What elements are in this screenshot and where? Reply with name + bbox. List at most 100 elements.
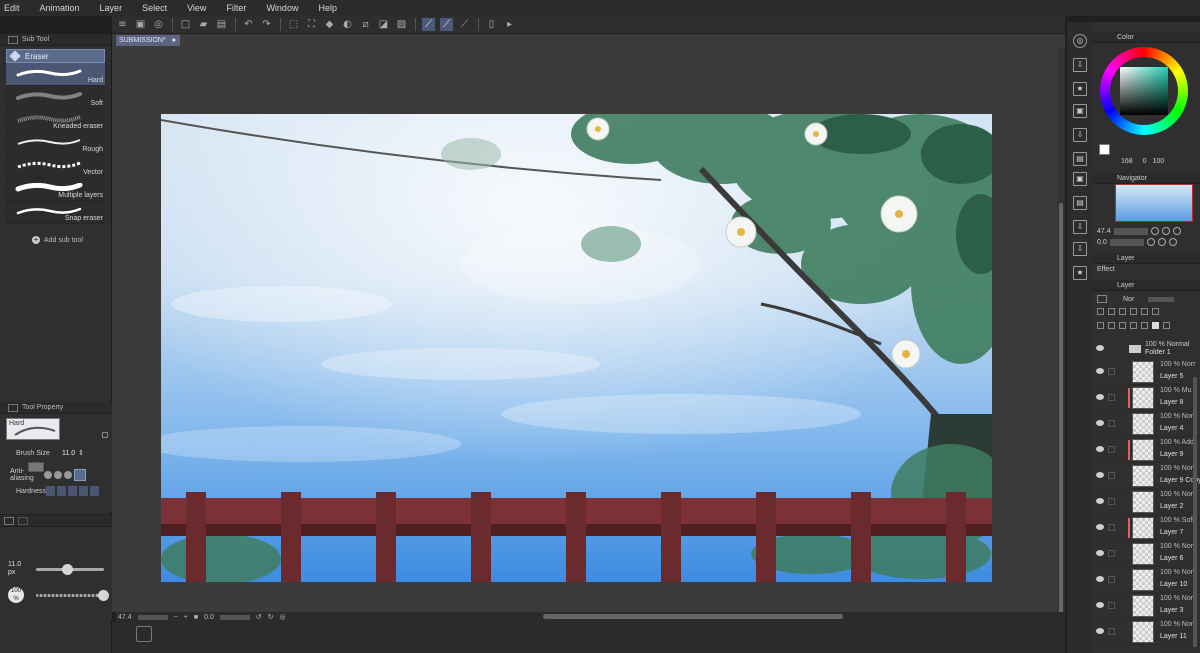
navigator-rotate-right-icon[interactable] [1157, 238, 1166, 246]
material-download-3-icon[interactable]: ⇩ [1073, 220, 1087, 234]
layer-select-checkbox[interactable] [1108, 446, 1115, 453]
visibility-eye-icon[interactable] [1096, 498, 1104, 504]
saturation-value-square[interactable] [1120, 67, 1168, 115]
visibility-eye-icon[interactable] [1096, 550, 1104, 556]
snap-ruler-icon[interactable]: ⟋ [422, 18, 435, 31]
layer-lock-icon[interactable] [1130, 308, 1137, 315]
layer-row[interactable]: 100 % Norr Layer 2 [1093, 489, 1200, 515]
navigator-fit-icon[interactable] [1172, 227, 1181, 235]
material-image-icon[interactable]: ▣ [1073, 104, 1087, 118]
material-folder-2-icon[interactable]: ▤ [1073, 196, 1087, 210]
layer-row[interactable]: 100 % Norr Layer 10 [1093, 567, 1200, 593]
hardness-level-2[interactable] [57, 486, 66, 496]
subtool-vector[interactable]: Vector [6, 155, 105, 178]
layer-name[interactable]: Layer 9 [1160, 451, 1183, 458]
hardness-level-4[interactable] [79, 486, 88, 496]
menu-window[interactable]: Window [266, 3, 298, 13]
zoom-value[interactable]: 47.4 [118, 614, 132, 621]
clear-icon[interactable]: ⬚ [287, 18, 300, 31]
zoom-slider[interactable] [137, 614, 168, 620]
brush-size-value[interactable]: 11.0 [62, 450, 75, 457]
zoom-out-icon[interactable]: − [174, 614, 178, 621]
zoom-in-icon[interactable]: + [184, 614, 188, 621]
material-image-2-icon[interactable]: ▣ [1073, 172, 1087, 186]
layer-tab-label[interactable]: Layer [1117, 282, 1135, 289]
opacity-slider[interactable] [1148, 296, 1175, 302]
companion-mode-icon[interactable]: ▯ [485, 18, 498, 31]
menu-edit[interactable]: Edit [4, 3, 20, 13]
aa-medium-icon[interactable] [64, 471, 72, 479]
timeline-icon[interactable] [136, 626, 152, 642]
material-folder-icon[interactable]: ▤ [1073, 152, 1087, 166]
delete-layer-icon[interactable] [1163, 322, 1170, 329]
lock-icon[interactable] [102, 432, 108, 438]
navigator-rotate-slider[interactable] [1109, 238, 1144, 246]
eraser-group-header[interactable]: Eraser [6, 49, 105, 63]
selection-icon[interactable]: ▨ [395, 18, 408, 31]
layer-row[interactable]: 100 % Soft Layer 7 [1093, 515, 1200, 541]
hardness-level-1[interactable] [46, 486, 55, 496]
visibility-eye-icon[interactable] [1096, 472, 1104, 478]
visibility-eye-icon[interactable] [1096, 602, 1104, 608]
layer-tool-6-icon[interactable] [1152, 308, 1159, 315]
document-tab[interactable]: SUBMISSION* ● [116, 35, 180, 46]
settings-icon[interactable]: ◎ [152, 18, 165, 31]
material-download-icon[interactable]: ⇩ [1073, 58, 1087, 72]
layer-select-checkbox[interactable] [1108, 472, 1115, 479]
expand-icon[interactable]: ▸ [503, 18, 516, 31]
snap-grid-icon[interactable]: ⟋ [458, 18, 471, 31]
layer-row[interactable]: 100 % Norr Layer 4 [1093, 411, 1200, 437]
color-tab-label[interactable]: Color [1117, 34, 1134, 41]
menu-layer[interactable]: Layer [100, 3, 123, 13]
brush-size-tab-icon[interactable] [4, 516, 14, 525]
layer-select-checkbox[interactable] [1108, 576, 1115, 583]
visibility-eye-icon[interactable] [1096, 345, 1104, 351]
layer-list-scrollbar[interactable] [1193, 377, 1197, 647]
layer-row[interactable]: 100 % Norr Layer 11 [1093, 619, 1200, 645]
layer-tool-5-icon[interactable] [1141, 308, 1148, 315]
menu-view[interactable]: View [187, 3, 206, 13]
navigator-rotate-left-icon[interactable] [1146, 238, 1155, 246]
navigator-preview[interactable] [1115, 184, 1193, 222]
hue-value[interactable]: 168 [1121, 158, 1133, 165]
navigator-zoom-slider[interactable] [1113, 227, 1148, 235]
tool-property-tab-label[interactable]: Tool Property [22, 404, 63, 411]
new-file-icon[interactable]: □ [179, 18, 192, 31]
subtool-kneaded-eraser[interactable]: Kneaded eraser [6, 109, 105, 132]
aa-weak-icon[interactable] [54, 471, 62, 479]
hardness-level-3[interactable] [68, 486, 77, 496]
layer-name[interactable]: Layer 11 [1160, 633, 1187, 640]
layer-select-checkbox[interactable] [1108, 498, 1115, 505]
layer-select-checkbox[interactable] [1108, 394, 1115, 401]
fill-icon[interactable]: ◆ [323, 18, 336, 31]
blend-mode-icon[interactable] [1097, 295, 1107, 303]
material-favorites-icon[interactable]: ★ [1073, 82, 1087, 96]
undo-icon[interactable]: ↶ [242, 18, 255, 31]
visibility-eye-icon[interactable] [1096, 368, 1104, 374]
rotate-slider[interactable] [219, 614, 250, 620]
visibility-eye-icon[interactable] [1096, 628, 1104, 634]
aa-none-icon[interactable] [44, 471, 52, 479]
spinner-icon[interactable]: ⇕ [78, 449, 84, 457]
new-folder-icon[interactable] [1119, 322, 1126, 329]
menu-filter[interactable]: Filter [226, 3, 246, 13]
layer-select-checkbox[interactable] [1108, 524, 1115, 531]
blend-mode-select[interactable]: Nor [1123, 296, 1134, 303]
navigator-zoom-out-icon[interactable] [1150, 227, 1159, 235]
reset-rotate-icon[interactable]: ◎ [280, 613, 286, 621]
navigator-reset-icon[interactable] [1168, 238, 1177, 246]
layer-row[interactable]: 100 % Norr Layer 3 [1093, 593, 1200, 619]
opacity-track[interactable] [36, 594, 100, 597]
rotate-right-icon[interactable]: ↻ [268, 613, 274, 621]
layer-name[interactable]: Layer 8 [1160, 399, 1183, 406]
layer-select-checkbox[interactable] [1108, 368, 1115, 375]
layer-mask-icon[interactable] [1152, 322, 1159, 329]
subtool-soft[interactable]: Soft [6, 86, 105, 109]
open-folder-icon[interactable]: ▰ [197, 18, 210, 31]
visibility-eye-icon[interactable] [1096, 576, 1104, 582]
layer-select-checkbox[interactable] [1108, 628, 1115, 635]
foreground-color-swatch[interactable] [1099, 144, 1110, 155]
deselect-icon[interactable]: ⧄ [359, 18, 372, 31]
close-tab-icon[interactable]: ● [172, 37, 176, 44]
transfer-down-icon[interactable] [1130, 322, 1137, 329]
